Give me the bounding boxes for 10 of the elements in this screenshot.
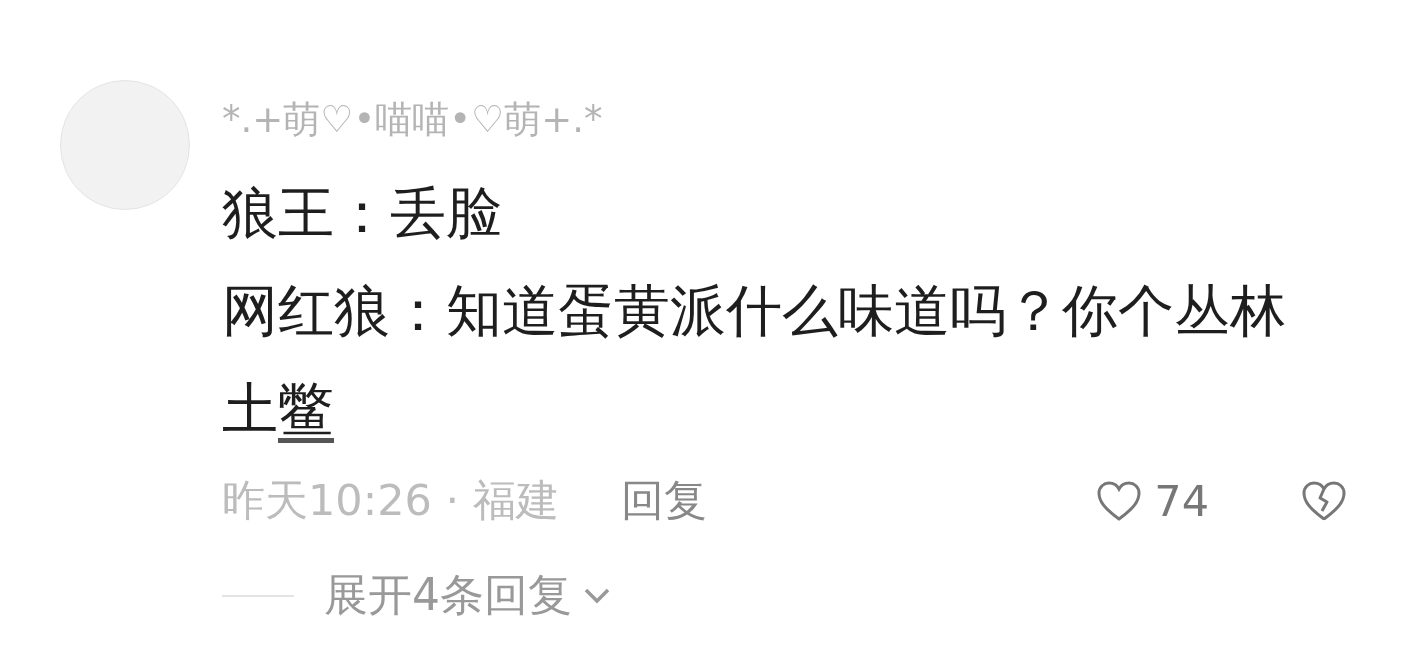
comment-text: 网红狼：知道蛋黄派什么味道吗？你个丛林土鳖 <box>222 277 1287 443</box>
comment-text: 狼王：丢脸 <box>222 179 503 247</box>
broken-heart-icon[interactable] <box>1301 480 1347 522</box>
keyword-link[interactable]: 鳖 <box>278 376 334 441</box>
reply-button[interactable]: 回复 <box>620 472 707 530</box>
expand-replies-button[interactable]: 展开4条回复 <box>324 566 612 625</box>
username[interactable]: *.+萌♡•喵喵•♡萌+.* <box>222 96 1347 144</box>
like-icon[interactable] <box>1096 480 1143 522</box>
like-count: 74 <box>1154 476 1209 526</box>
timestamp: 昨天10:26 · 福建 <box>222 474 559 527</box>
